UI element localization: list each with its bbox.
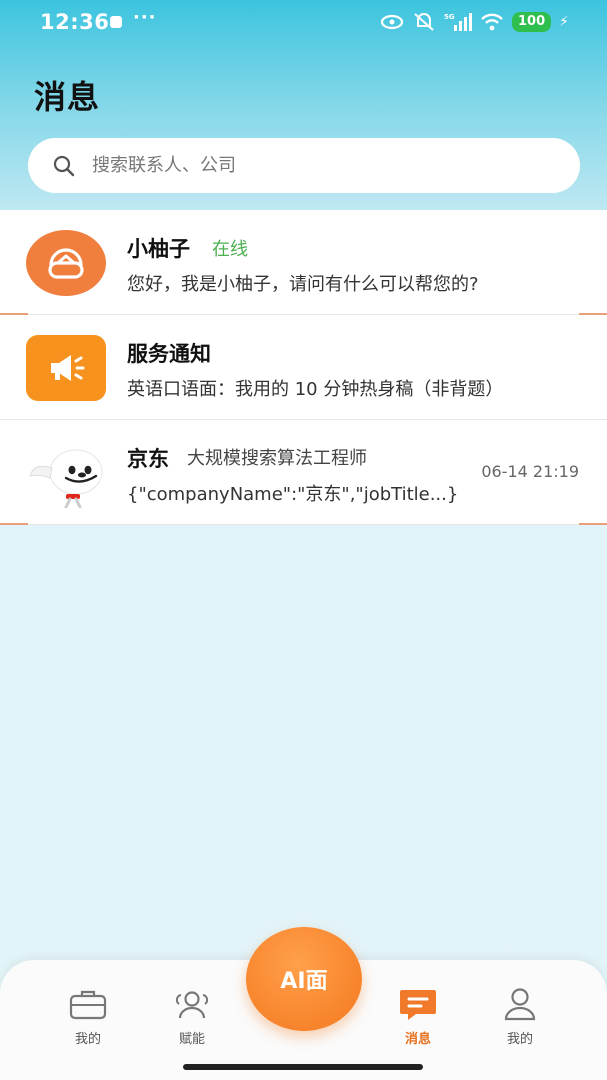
conversation-item-xiaoyouzi[interactable]: 小柚子 在线 您好，我是小柚子，请问有什么可以帮您的? — [0, 210, 607, 315]
tab-label: 我的 — [74, 1032, 101, 1047]
notification-icon — [110, 16, 122, 28]
divider-accent — [0, 523, 28, 525]
contact-name: 京东 — [127, 447, 169, 471]
wifi-icon — [481, 13, 503, 31]
mute-icon — [414, 13, 434, 31]
tab-label: 消息 — [404, 1032, 431, 1047]
nfc-icon — [380, 14, 404, 30]
megaphone-icon — [51, 355, 85, 381]
more-notifications-icon: ··· — [133, 7, 157, 28]
charging-icon: ⚡ — [559, 14, 569, 30]
home-indicator[interactable] — [183, 1064, 423, 1070]
status-icons: 5G 100 ⚡ — [380, 12, 569, 32]
message-timestamp: 06-14 21:19 — [481, 462, 579, 481]
ai-interview-button[interactable]: AI面 — [246, 927, 362, 1031]
tab-empower[interactable]: 赋能 — [152, 986, 232, 1056]
search-bar[interactable] — [28, 138, 580, 193]
battery-indicator: 100 — [512, 12, 552, 32]
tab-label: 我的 — [506, 1032, 533, 1047]
chat-icon — [398, 986, 438, 1022]
message-preview: {"companyName":"京东","jobTitle...} — [127, 484, 459, 505]
status-time: 12:36 — [40, 10, 110, 34]
person-icon — [500, 986, 540, 1022]
tab-label: 赋能 — [178, 1032, 205, 1047]
message-preview: 英语口语面：我用的 10 分钟热身稿（非背题） — [127, 379, 504, 400]
jd-dog-mascot-icon — [29, 449, 103, 509]
cell-signal-icon: 5G — [444, 13, 473, 31]
tab-messages[interactable]: 消息 — [378, 986, 458, 1056]
contact-name: 小柚子 — [127, 237, 190, 261]
svg-text:5G: 5G — [444, 13, 455, 21]
search-input[interactable] — [92, 155, 532, 176]
people-icon — [172, 986, 212, 1022]
avatar — [26, 442, 110, 509]
briefcase-icon — [68, 986, 108, 1022]
message-preview: 您好，我是小柚子，请问有什么可以帮您的? — [127, 274, 479, 295]
contact-name: 服务通知 — [127, 342, 211, 366]
conversation-item-jd[interactable]: 京东 大规模搜索算法工程师 {"companyName":"京东","jobTi… — [0, 420, 607, 525]
job-title: 大规模搜索算法工程师 — [187, 448, 367, 469]
avatar — [26, 230, 106, 296]
avatar — [26, 335, 106, 401]
tab-mine-profile[interactable]: 我的 — [480, 986, 560, 1056]
conversation-list: 小柚子 在线 您好，我是小柚子，请问有什么可以帮您的? 服务通知 英语口语面：我… — [0, 210, 607, 525]
status-badge: 在线 — [212, 239, 248, 260]
headset-robot-icon — [48, 248, 84, 279]
page-title: 消息 — [34, 78, 101, 116]
divider-accent — [579, 523, 607, 525]
status-bar: 12:36 ··· 5G 100 ⚡ — [0, 0, 607, 48]
tab-mine-briefcase[interactable]: 我的 — [48, 986, 128, 1056]
search-icon — [53, 155, 75, 176]
conversation-item-service-notice[interactable]: 服务通知 英语口语面：我用的 10 分钟热身稿（非背题） — [0, 315, 607, 420]
